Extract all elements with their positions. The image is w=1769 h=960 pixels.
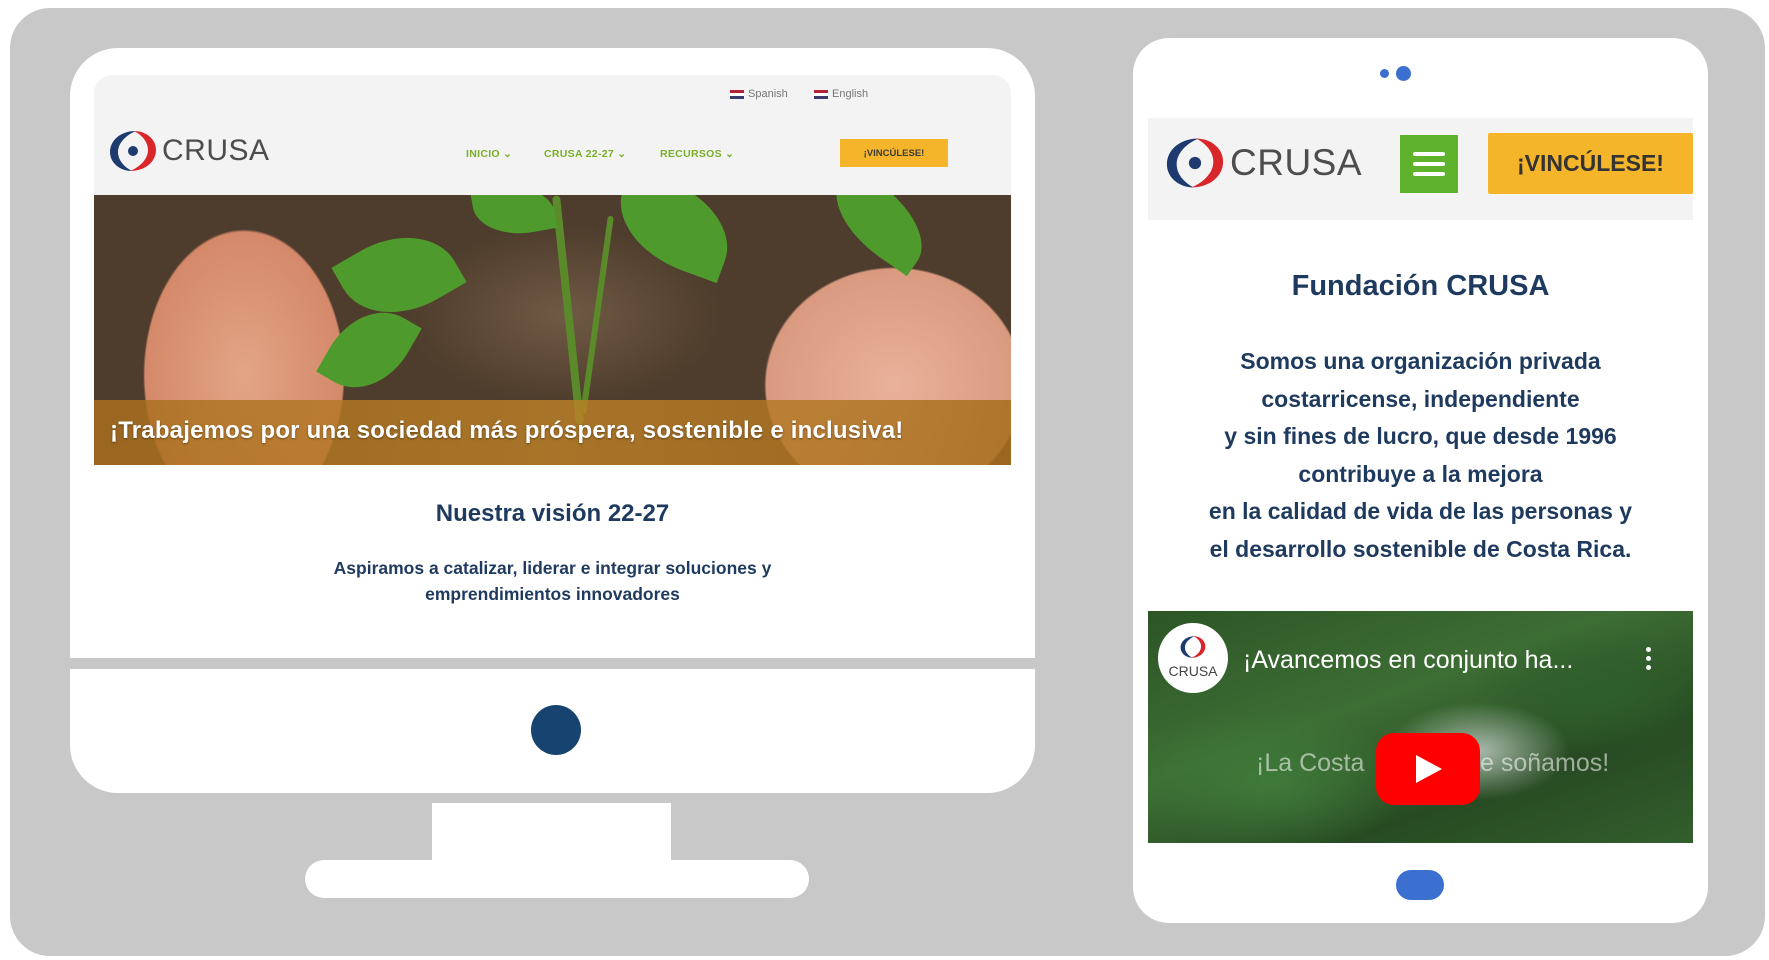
language-english-label: English (832, 88, 869, 100)
crusa-logo-icon (1180, 636, 1206, 658)
phone-home-button (1396, 870, 1444, 900)
menu-icon-line (1413, 172, 1445, 176)
mobile-vinculese-button[interactable]: ¡VINCÚLESE! (1488, 133, 1693, 194)
mobile-logo[interactable]: CRUSA (1162, 130, 1362, 196)
menu-icon-line (1413, 162, 1445, 166)
vision-title: Nuestra visión 22-27 (435, 500, 670, 527)
channel-avatar[interactable]: CRUSA (1158, 623, 1228, 693)
nav-recursos[interactable]: RECURSOS ⌄ (660, 148, 734, 160)
more-options-icon[interactable] (1646, 647, 1652, 674)
vision-line: Aspiramos a catalizar, liderar e integra… (333, 558, 772, 578)
language-spanish-link[interactable]: Spanish (730, 88, 788, 100)
intro-line: costarricense, independiente (1261, 385, 1580, 412)
nav-crusa-22-27[interactable]: CRUSA 22-27 ⌄ (544, 148, 626, 160)
vision-text: Aspiramos a catalizar, liderar e integra… (94, 555, 1011, 607)
logo-text: CRUSA (162, 134, 270, 167)
phone-sensor-dot (1380, 69, 1389, 78)
menu-icon (1413, 152, 1445, 156)
desktop-vinculese-button[interactable]: ¡VINCÚLESE! (840, 139, 948, 167)
desktop-site-header: Spanish English CRUSA INICIO ⌄ CRUSA 22-… (94, 75, 1011, 195)
flag-icon (730, 89, 744, 99)
intro-line: contribuye a la mejora (1298, 460, 1543, 487)
video-overlay-text-right: e soñamos! (1480, 749, 1610, 777)
youtube-play-button[interactable] (1376, 733, 1480, 805)
youtube-video-embed[interactable]: CRUSA ¡Avancemos en conjunto ha... ¡La C… (1148, 611, 1693, 843)
hero-caption: ¡Trabajemos por una sociedad más prósper… (110, 417, 904, 444)
channel-avatar-label: CRUSA (1168, 663, 1218, 679)
monitor-neck (432, 803, 671, 863)
crusa-logo-icon (1166, 138, 1224, 188)
flag-icon (814, 89, 828, 99)
video-title[interactable]: ¡Avancemos en conjunto ha... (1243, 646, 1573, 675)
monitor-base (305, 860, 809, 898)
mobile-site-header: CRUSA ¡VINCÚLESE! (1148, 118, 1693, 220)
nav-inicio[interactable]: INICIO ⌄ (466, 148, 512, 160)
mobile-intro-text: Somos una organización privada costarric… (1133, 343, 1708, 568)
monitor-camera-dot (531, 705, 581, 755)
crusa-logo-icon (110, 131, 156, 171)
desktop-screen: Spanish English CRUSA INICIO ⌄ CRUSA 22-… (94, 75, 1011, 655)
intro-line: en la calidad de vida de las personas y (1208, 498, 1633, 524)
phone-camera-dot (1396, 66, 1411, 81)
mobile-page-title: Fundación CRUSA (1291, 270, 1550, 302)
desktop-monitor: Spanish English CRUSA INICIO ⌄ CRUSA 22-… (70, 48, 1035, 793)
monitor-bezel-line (70, 658, 1035, 669)
logo-text: CRUSA (1230, 142, 1363, 183)
video-overlay-text-left: ¡La Costa (1256, 749, 1365, 777)
vision-line: emprendimientos innovadores (425, 584, 680, 604)
intro-line: el desarrollo sostenible de Costa Rica. (1209, 535, 1632, 562)
language-english-link[interactable]: English (814, 88, 868, 100)
desktop-logo[interactable]: CRUSA (106, 125, 270, 177)
desktop-hero-image: ¡Trabajemos por una sociedad más prósper… (94, 195, 1011, 465)
intro-line: Somos una organización privada (1240, 348, 1601, 374)
mobile-phone: CRUSA ¡VINCÚLESE! Fundación CRUSA Somos … (1133, 38, 1708, 923)
play-icon (1416, 755, 1442, 783)
intro-line: y sin fines de lucro, que desde 1996 (1224, 423, 1617, 449)
hamburger-menu-button[interactable] (1400, 135, 1458, 193)
language-spanish-label: Spanish (748, 88, 788, 100)
